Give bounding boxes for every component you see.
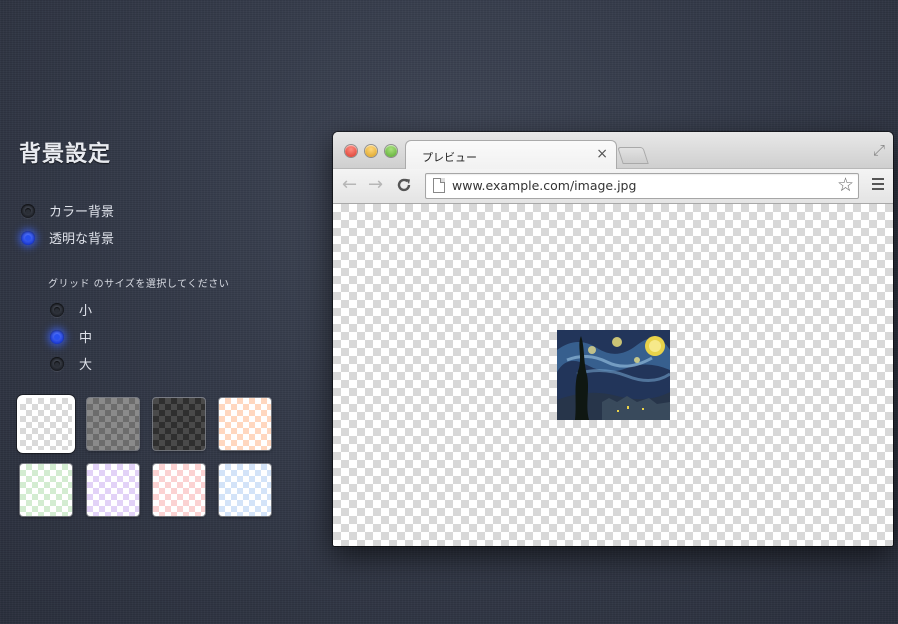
radio-grid-medium[interactable]: 中 xyxy=(50,327,92,346)
minimize-window-icon[interactable] xyxy=(365,145,377,157)
settings-title: 背景設定 xyxy=(19,142,112,167)
browser-tab[interactable]: プレビュー × xyxy=(405,140,617,170)
radio-label: 中 xyxy=(79,331,93,346)
swatch-pink[interactable] xyxy=(153,464,205,516)
maximize-window-icon[interactable] xyxy=(385,145,397,157)
radio-color-background[interactable]: カラー背景 xyxy=(21,201,114,220)
swatch-dark[interactable] xyxy=(153,398,205,450)
browser-titlebar: プレビュー × ⤢ xyxy=(333,132,893,170)
transparent-checker-viewport xyxy=(333,204,893,546)
radio-label: 小 xyxy=(79,304,93,319)
browser-toolbar: ← → www.example.com/image.jpg ☆ xyxy=(333,169,893,204)
swatch-white-gray[interactable] xyxy=(20,398,72,450)
forward-arrow-icon[interactable]: → xyxy=(368,175,383,195)
fullscreen-icon[interactable]: ⤢ xyxy=(873,141,885,159)
radio-button[interactable] xyxy=(50,356,64,371)
radio-button[interactable] xyxy=(50,329,64,344)
browser-window: プレビュー × ⤢ ← → www.example.com/image.jpg … xyxy=(333,132,893,546)
tab-title: プレビュー xyxy=(422,151,477,164)
address-bar[interactable]: www.example.com/image.jpg ☆ xyxy=(425,173,859,199)
radio-button[interactable] xyxy=(21,203,35,218)
close-window-icon[interactable] xyxy=(345,145,357,157)
swatch-orange[interactable] xyxy=(219,398,271,450)
page-icon xyxy=(433,178,445,193)
new-tab-button[interactable] xyxy=(617,147,649,164)
radio-label: カラー背景 xyxy=(49,205,115,220)
radio-button[interactable] xyxy=(50,302,64,317)
url-text[interactable]: www.example.com/image.jpg xyxy=(452,178,636,193)
tab-close-icon[interactable]: × xyxy=(596,146,608,162)
radio-transparent-background[interactable]: 透明な背景 xyxy=(21,228,114,247)
radio-label: 透明な背景 xyxy=(49,232,115,247)
radio-grid-large[interactable]: 大 xyxy=(50,354,92,373)
reload-icon[interactable] xyxy=(396,175,412,197)
starry-night-image xyxy=(557,330,670,420)
swatch-blue[interactable] xyxy=(219,464,271,516)
radio-grid-small[interactable]: 小 xyxy=(50,300,92,319)
swatch-purple[interactable] xyxy=(87,464,139,516)
bookmark-star-icon[interactable]: ☆ xyxy=(837,174,854,196)
menu-icon[interactable] xyxy=(872,178,884,190)
radio-label: 大 xyxy=(79,358,93,373)
swatch-green[interactable] xyxy=(20,464,72,516)
grid-size-label: グリッド のサイズを選択してください xyxy=(48,279,230,290)
radio-button[interactable] xyxy=(21,230,35,245)
swatch-gray[interactable] xyxy=(87,398,139,450)
back-arrow-icon[interactable]: ← xyxy=(342,175,357,195)
